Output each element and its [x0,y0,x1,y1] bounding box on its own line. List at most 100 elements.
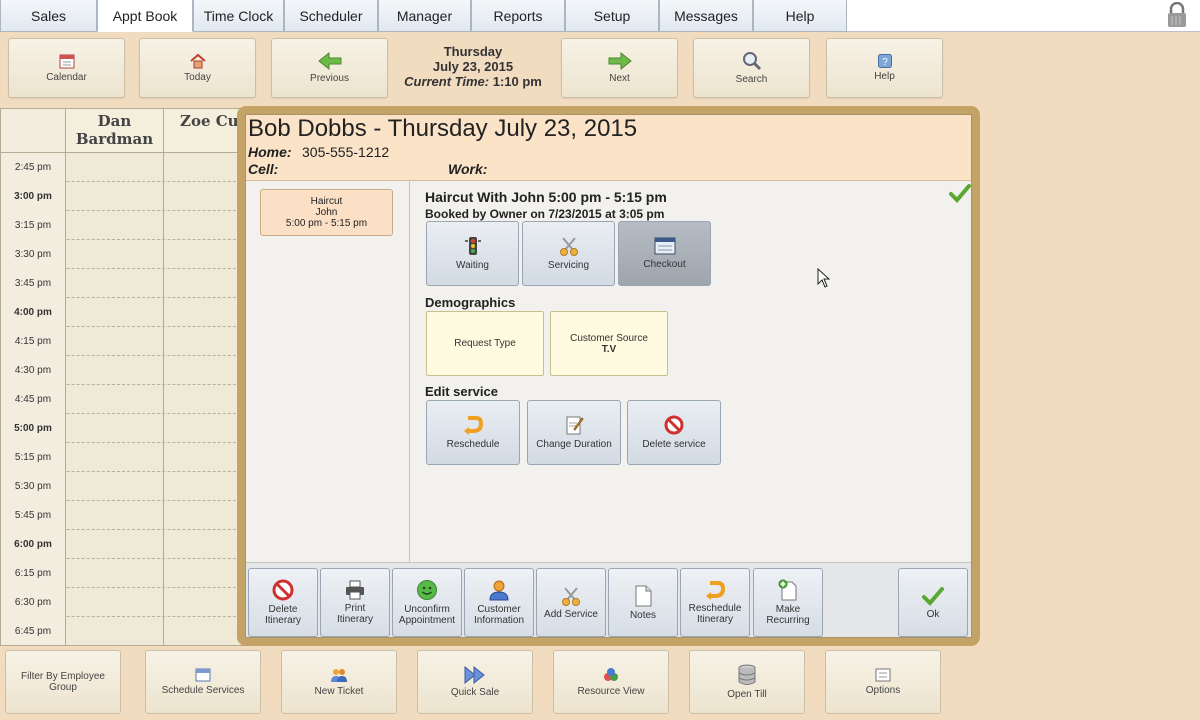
ok-label: Ok [926,608,940,620]
calendar-icon [195,668,211,682]
calendar-button[interactable]: Calendar [8,38,125,98]
time-slot-cell[interactable] [66,559,164,588]
fast-forward-icon [464,666,485,684]
time-slot-cell[interactable] [66,298,164,327]
request-type-button[interactable]: Request Type [426,311,544,376]
time-slot-cell[interactable] [66,588,164,617]
time-slot-cell[interactable] [66,443,164,472]
waiting-button[interactable]: Waiting [426,221,519,286]
lock-icon[interactable] [1166,2,1188,28]
today-button[interactable]: Today [139,38,256,98]
filter-by-employee-group-button[interactable]: Filter By Employee Group [5,650,121,714]
unconfirm-appointment-button[interactable]: Unconfirm Appointment [392,568,462,637]
person-icon [489,580,509,601]
time-slot-cell[interactable] [66,530,164,559]
appointment-card-time: 5:00 pm - 5:15 pm [285,218,368,229]
delete-itinerary-label-2: Itinerary [264,615,302,626]
notes-icon [635,585,652,606]
schedule-services-button[interactable]: Schedule Services [145,650,261,714]
time-slot-label: 5:30 pm [1,472,66,501]
notes-label: Notes [629,609,657,621]
delete-itinerary-button[interactable]: Delete Itinerary [248,568,318,637]
options-button[interactable]: Options [825,650,941,714]
customer-source-button[interactable]: Customer Source T.V [550,311,668,376]
demographics-heading: Demographics [425,295,516,310]
reschedule-itinerary-button[interactable]: Reschedule Itinerary [680,568,750,637]
time-slot-label: 2:45 pm [1,153,66,182]
tab-manager[interactable]: Manager [378,0,471,32]
scissors-icon [562,586,580,606]
time-slot-row: 6:30 pm [1,588,249,617]
print-itinerary-button[interactable]: Print Itinerary [320,568,390,637]
help-button[interactable]: ? Help [826,38,943,98]
current-date-display: Thursday July 23, 2015 Current Time: 1:1… [392,44,554,89]
time-slot-label: 4:45 pm [1,385,66,414]
delete-service-button[interactable]: Delete service [627,400,721,465]
edit-service-heading: Edit service [425,384,498,399]
service-title: Haircut With John 5:00 pm - 5:15 pm [425,189,667,205]
time-slot-cell[interactable] [66,414,164,443]
make-recurring-label-1: Make [775,604,801,615]
search-button[interactable]: Search [693,38,810,98]
resource-view-button[interactable]: Resource View [553,650,669,714]
open-till-button[interactable]: Open Till [689,650,805,714]
time-slot-cell[interactable] [66,472,164,501]
appointment-card[interactable]: Haircut John 5:00 pm - 5:15 pm [260,189,393,236]
notes-button[interactable]: Notes [608,568,678,637]
time-slot-row: 3:30 pm [1,240,249,269]
customer-information-label-2: Information [473,615,525,626]
appointment-dialog: Bob Dobbs - Thursday July 23, 2015 Home:… [237,106,980,646]
time-slot-label: 4:00 pm [1,298,66,327]
time-slot-label: 3:15 pm [1,211,66,240]
date-full: July 23, 2015 [432,59,514,74]
print-itinerary-label-1: Print [344,603,366,614]
make-recurring-button[interactable]: Make Recurring [753,568,823,637]
tab-setup[interactable]: Setup [565,0,659,32]
time-slot-row: 4:15 pm [1,327,249,356]
time-slot-cell[interactable] [66,269,164,298]
time-slot-cell[interactable] [66,153,164,182]
tab-time-clock[interactable]: Time Clock [193,0,284,32]
tab-help[interactable]: Help [753,0,847,32]
next-button[interactable]: Next [561,38,678,98]
time-slot-cell[interactable] [66,356,164,385]
cell-phone-label: Cell: [248,161,279,177]
time-slot-cell[interactable] [66,211,164,240]
home-icon [189,53,206,69]
tab-messages[interactable]: Messages [659,0,753,32]
change-duration-button[interactable]: Change Duration [527,400,621,465]
servicing-button[interactable]: Servicing [522,221,615,286]
appointment-list-pane: Haircut John 5:00 pm - 5:15 pm [246,181,410,562]
print-itinerary-label-2: Itinerary [336,614,374,625]
unconfirm-appointment-label-2: Appointment [398,615,456,626]
time-slot-cell[interactable] [66,240,164,269]
previous-button[interactable]: Previous [271,38,388,98]
new-ticket-label: New Ticket [314,686,364,697]
tab-scheduler[interactable]: Scheduler [284,0,378,32]
time-slot-cell[interactable] [66,617,164,645]
tab-appt-book[interactable]: Appt Book [97,0,193,32]
time-slot-cell[interactable] [66,385,164,414]
checkmark-icon [922,586,944,606]
search-label: Search [735,74,768,85]
time-slot-row: 5:15 pm [1,443,249,472]
time-slot-cell[interactable] [66,501,164,530]
add-service-button[interactable]: Add Service [536,568,606,637]
reschedule-button[interactable]: Reschedule [426,400,520,465]
customer-information-button[interactable]: Customer Information [464,568,534,637]
tab-reports[interactable]: Reports [471,0,565,32]
people-icon [331,669,347,682]
add-document-icon [778,579,797,601]
today-label: Today [184,72,211,83]
time-slot-cell[interactable] [66,182,164,211]
employee-column-header[interactable]: Dan Bardman [66,109,164,153]
time-slot-cell[interactable] [66,327,164,356]
ok-button[interactable]: Ok [898,568,968,637]
checkout-button[interactable]: Checkout [618,221,711,286]
quick-sale-button[interactable]: Quick Sale [417,650,533,714]
tab-sales[interactable]: Sales [0,0,97,32]
time-slot-row: 6:45 pm [1,617,249,645]
new-ticket-button[interactable]: New Ticket [281,650,397,714]
arrow-left-icon [317,52,341,70]
time-slot-label: 6:30 pm [1,588,66,617]
